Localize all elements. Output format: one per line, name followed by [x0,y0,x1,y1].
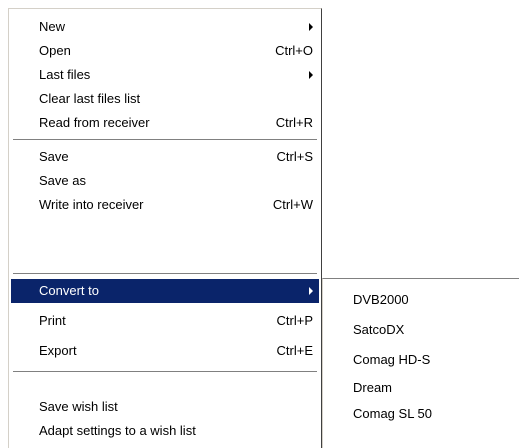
menu-item-adapt-settings[interactable]: Adapt settings to a wish list [11,419,319,443]
submenu-item-label: Dream [353,380,393,395]
menu-item-read-from-receiver[interactable]: Read from receiver Ctrl+R [11,111,319,135]
menu-item-write-into-receiver[interactable]: Write into receiver Ctrl+W [11,193,319,217]
menu-item-label: Adapt settings to a wish list [39,423,196,438]
menu-item-save-as[interactable]: Save as [11,169,319,193]
file-menu: New Open Ctrl+O Last files Clear last fi… [8,8,322,448]
convert-to-submenu: DVB2000 SatcoDX Comag HD-S Dream Comag S… [322,278,519,448]
menu-item-shortcut: Ctrl+P [276,313,313,328]
submenu-arrow-icon [309,71,313,79]
menu-item-open[interactable]: Open Ctrl+O [11,39,319,63]
submenu-item-label: Comag SL 50 [353,406,433,421]
menu-item-label: Save as [39,173,86,188]
menu-item-label: New [39,19,66,34]
submenu-item-label: SatcoDX [353,322,405,337]
menu-item-label: Export [39,343,77,358]
submenu-item-dream[interactable]: Dream [325,375,519,400]
menu-item-print[interactable]: Print Ctrl+P [11,309,319,333]
submenu-item-dvb2000[interactable]: DVB2000 [325,287,519,312]
submenu-arrow-icon [309,23,313,31]
menu-item-label: Convert to [39,283,99,298]
menu-item-new[interactable]: New [11,15,319,39]
menu-item-shortcut: Ctrl+E [276,343,313,358]
submenu-item-label: Comag HD-S [353,352,431,367]
menu-item-label: Open [39,43,71,58]
menu-item-shortcut: Ctrl+R [275,115,313,130]
menu-item-last-files[interactable]: Last files [11,63,319,87]
submenu-arrow-icon [309,287,313,295]
menu-item-clear-last-files[interactable]: Clear last files list [11,87,319,111]
menu-item-export[interactable]: Export Ctrl+E [11,339,319,363]
menu-item-convert-to[interactable]: Convert to [11,279,319,303]
submenu-item-label: DVB2000 [353,292,409,307]
menu-separator [13,371,317,373]
menu-separator [13,139,317,141]
menu-item-shortcut: Ctrl+W [272,197,313,212]
menu-item-label: Clear last files list [39,91,141,106]
submenu-item-comag-hd-s[interactable]: Comag HD-S [325,347,519,372]
menu-separator [13,273,317,275]
menu-item-label: Save [39,149,69,164]
submenu-item-satcodx[interactable]: SatcoDX [325,317,519,342]
menu-item-label: Save wish list [39,399,118,414]
menu-item-shortcut: Ctrl+O [275,43,313,58]
menu-item-label: Last files [39,67,91,82]
submenu-item-comag-sl-50[interactable]: Comag SL 50 [325,401,519,426]
menu-item-shortcut: Ctrl+S [276,149,313,164]
menu-item-label: Write into receiver [39,197,144,212]
menu-item-label: Print [39,313,66,328]
menu-item-label: Read from receiver [39,115,150,130]
menu-item-save[interactable]: Save Ctrl+S [11,145,319,169]
menu-item-save-wish-list[interactable]: Save wish list [11,395,319,419]
